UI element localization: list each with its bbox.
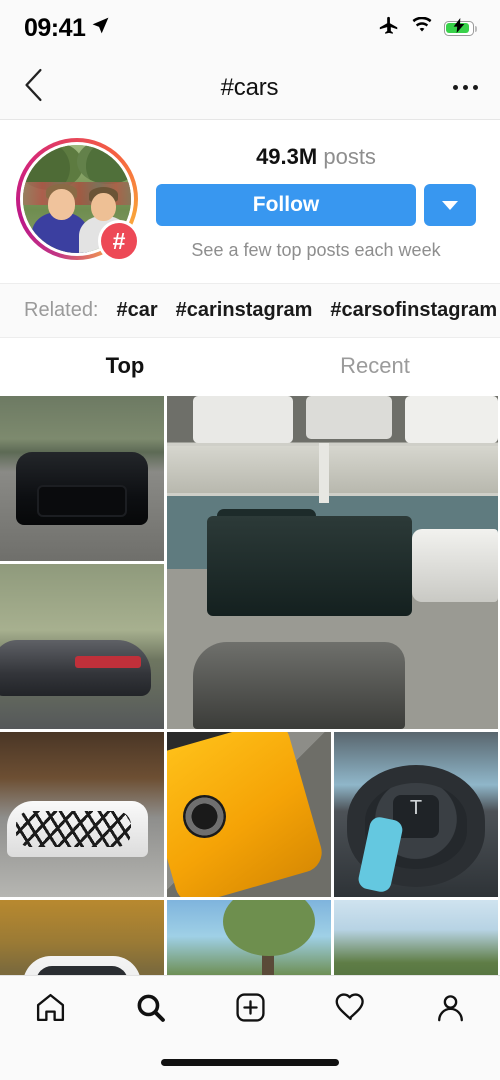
post-dark-car-trees[interactable]	[167, 900, 331, 975]
profile-details: 49.3M posts Follow See a few top posts e…	[156, 138, 476, 261]
nav-profile[interactable]	[400, 991, 500, 1029]
posts-label: posts	[323, 144, 376, 169]
hashtag-profile-section: # 49.3M posts Follow See a few top posts…	[0, 120, 500, 284]
nav-activity[interactable]	[300, 991, 400, 1029]
posts-count-line: 49.3M posts	[256, 144, 376, 170]
battery-charging-icon	[444, 18, 477, 36]
follow-dropdown-button[interactable]	[424, 184, 476, 226]
back-chevron-icon[interactable]	[22, 68, 46, 107]
post-grid: T	[0, 396, 500, 975]
feed-tabs: Top Recent	[0, 338, 500, 394]
bottom-navigation	[0, 975, 500, 1080]
wifi-icon	[411, 16, 433, 39]
related-label: Related:	[24, 299, 99, 321]
tab-recent[interactable]: Recent	[250, 338, 500, 394]
search-icon	[134, 991, 167, 1029]
follow-button[interactable]: Follow	[156, 184, 416, 226]
status-bar-right	[378, 15, 477, 42]
related-tag-1[interactable]: #carinstagram	[176, 299, 313, 322]
status-bar: 09:41	[0, 0, 500, 56]
post-camo-sportscar[interactable]	[0, 732, 164, 897]
more-options-icon[interactable]	[452, 85, 478, 90]
post-white-car-autumn[interactable]	[0, 900, 164, 975]
posts-count: 49.3M	[256, 144, 318, 169]
home-icon	[34, 991, 67, 1029]
tab-top[interactable]: Top	[0, 338, 250, 394]
chevron-down-icon	[442, 200, 458, 210]
related-tag-0[interactable]: #car	[117, 299, 158, 322]
post-grey-audi[interactable]	[0, 564, 164, 729]
avatar[interactable]: #	[16, 138, 140, 262]
heart-icon	[334, 991, 367, 1029]
related-tag-2[interactable]: #carsofinstagram	[330, 299, 497, 322]
add-post-icon	[234, 991, 267, 1029]
follow-button-row: Follow	[156, 184, 476, 226]
home-indicator	[161, 1059, 339, 1066]
nav-home[interactable]	[0, 991, 100, 1029]
tesla-logo-icon: T	[409, 797, 423, 819]
airplane-mode-icon	[378, 15, 400, 42]
person-icon	[434, 991, 467, 1029]
page-title: #cars	[220, 73, 279, 101]
post-parking-lot-video[interactable]	[167, 396, 498, 729]
hashtag-badge-icon: #	[98, 220, 140, 262]
related-tags-bar[interactable]: Related: #car #carinstagram #carsofinsta…	[0, 284, 500, 338]
post-red-car[interactable]	[334, 900, 498, 975]
instagram-hashtag-screen: 09:41 #cars # 49.3M posts Follow See a f…	[0, 0, 500, 1080]
post-tesla-wheel[interactable]: T	[334, 732, 498, 897]
page-header: #cars	[0, 56, 500, 120]
nav-search[interactable]	[100, 991, 200, 1029]
post-black-bmw[interactable]	[0, 396, 164, 561]
location-arrow-icon	[91, 16, 110, 40]
status-bar-left: 09:41	[24, 14, 110, 43]
follow-note: See a few top posts each week	[191, 240, 441, 260]
nav-create[interactable]	[200, 991, 300, 1029]
status-time: 09:41	[24, 13, 86, 42]
post-yellow-car[interactable]	[167, 732, 331, 897]
